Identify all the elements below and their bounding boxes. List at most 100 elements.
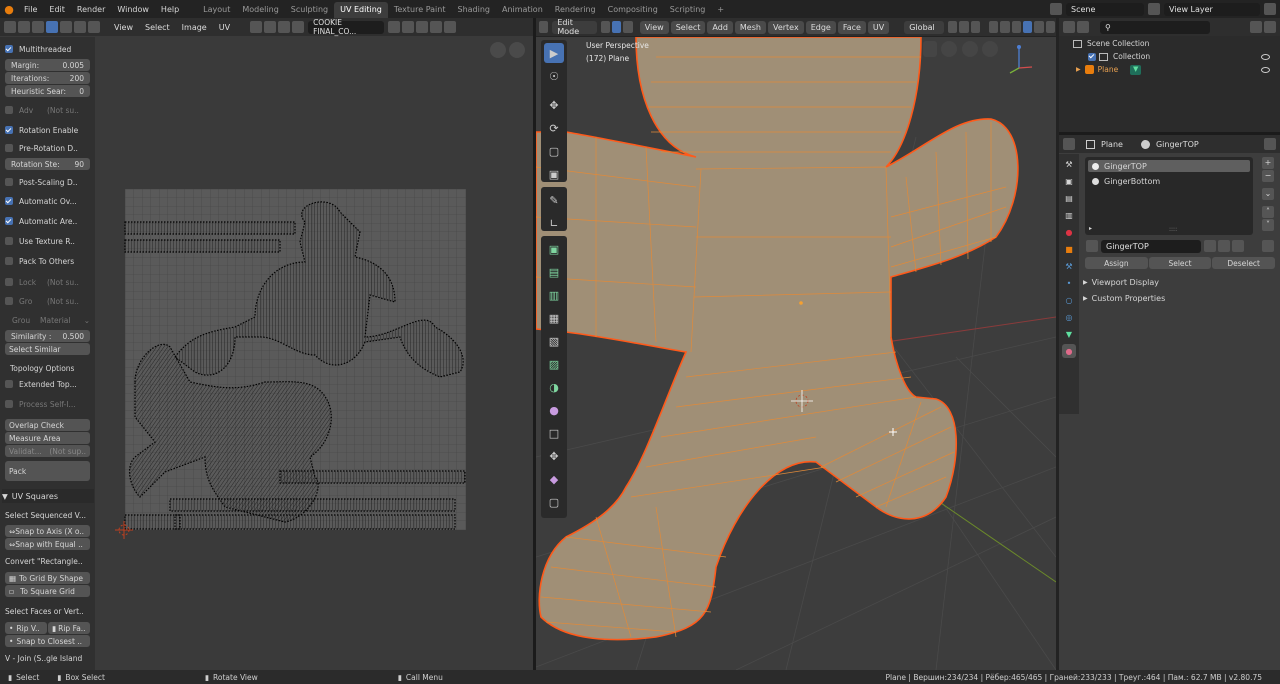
spin-tool-icon[interactable]: ●: [544, 400, 564, 420]
mesh-data-icon[interactable]: ▼: [1130, 64, 1142, 75]
move-up-icon[interactable]: ˄: [1262, 206, 1274, 218]
grou-dropdown[interactable]: Material: [40, 316, 70, 325]
heuristic-slider[interactable]: Heuristic Sear: 0: [5, 85, 90, 97]
sticky-select-icon[interactable]: [88, 21, 100, 33]
properties-editor-type-icon[interactable]: [1063, 138, 1075, 150]
sync-selection-icon[interactable]: [18, 21, 30, 33]
automatic-ov-checkbox[interactable]: [5, 197, 13, 205]
eye-icon[interactable]: [1261, 66, 1270, 73]
scene-collection-label[interactable]: Scene Collection: [1087, 39, 1149, 48]
extended-top-checkbox[interactable]: [5, 380, 13, 388]
menu-help[interactable]: Help: [155, 5, 185, 14]
open-image-icon[interactable]: [416, 21, 429, 33]
bevel-tool-icon[interactable]: ▦: [544, 308, 564, 328]
uv-menu-image[interactable]: Image: [177, 21, 212, 34]
pack-to-others-checkbox[interactable]: [5, 257, 13, 265]
tool-tab-icon[interactable]: ⚒: [1062, 157, 1076, 171]
process-self-checkbox[interactable]: [5, 400, 13, 408]
loop-cut-tool-icon[interactable]: ▧: [544, 331, 564, 351]
xray-icon[interactable]: [1023, 21, 1033, 33]
display-mode-icon[interactable]: [1077, 21, 1089, 33]
vp-menu-add[interactable]: Add: [707, 20, 733, 34]
new-collection-icon[interactable]: [1264, 21, 1276, 33]
menu-render[interactable]: Render: [71, 5, 111, 14]
unlink-material-icon[interactable]: [1232, 240, 1244, 252]
modifier-tab-icon[interactable]: ⚒: [1062, 259, 1076, 273]
vertex-mode-icon[interactable]: [600, 21, 611, 33]
cursor-tool-icon[interactable]: ☉: [544, 66, 564, 86]
close-image-icon[interactable]: [430, 21, 443, 33]
deselect-button[interactable]: Deselect: [1212, 257, 1276, 269]
zoom-icon[interactable]: [982, 41, 998, 57]
island-select-icon[interactable]: [74, 21, 86, 33]
snapping-icon[interactable]: [959, 21, 969, 33]
vp-menu-face[interactable]: Face: [837, 20, 866, 34]
output-tab-icon[interactable]: ▤: [1062, 191, 1076, 205]
eye-icon[interactable]: [1261, 53, 1270, 60]
scene-icon[interactable]: [1050, 3, 1062, 15]
face-mode-icon[interactable]: [623, 21, 633, 33]
blender-logo-icon[interactable]: ●: [0, 0, 18, 18]
rotation-enable-checkbox[interactable]: [5, 126, 13, 134]
viewport-canvas[interactable]: [536, 37, 1056, 670]
toggle-camera-icon[interactable]: [923, 41, 937, 57]
proportional-icon[interactable]: [278, 21, 291, 33]
knife-tool-icon[interactable]: ▨: [544, 354, 564, 374]
move-tool-icon[interactable]: ✥: [544, 95, 564, 115]
new-image-icon[interactable]: [402, 21, 415, 33]
rotation-step-slider[interactable]: Rotation Ste: 90: [5, 158, 90, 170]
mode-dropdown[interactable]: Edit Mode: [552, 18, 597, 36]
link-dropdown-icon[interactable]: [1262, 240, 1274, 252]
outliner-search-input[interactable]: ⚲: [1100, 20, 1210, 34]
iterations-slider[interactable]: Iterations: 200: [5, 72, 90, 84]
browse-material-icon[interactable]: [1086, 240, 1098, 252]
edge-select-icon[interactable]: [46, 21, 58, 33]
tab-rendering[interactable]: Rendering: [549, 2, 602, 18]
expand-arrow-icon[interactable]: ▶: [1076, 66, 1081, 73]
remove-slot-icon[interactable]: −: [1262, 170, 1274, 182]
menu-window[interactable]: Window: [111, 5, 155, 14]
delete-view-layer-icon[interactable]: [1264, 3, 1276, 15]
rip-fa-button[interactable]: ▮ Rip Fa..: [48, 622, 90, 634]
overlap-check-button[interactable]: Overlap Check: [5, 419, 90, 431]
tab-compositing[interactable]: Compositing: [602, 2, 664, 18]
list-expand-icon[interactable]: ▸: [1089, 225, 1092, 232]
fake-user-shield-icon[interactable]: [1204, 240, 1216, 252]
shear-tool-icon[interactable]: ▢: [544, 492, 564, 512]
edge-mode-icon[interactable]: [612, 21, 622, 33]
snap-closest-button[interactable]: • Snap to Closest ..: [5, 635, 90, 647]
extrude-tool-icon[interactable]: ▤: [544, 262, 564, 282]
uv-canvas[interactable]: [95, 37, 533, 670]
pan-view-icon[interactable]: [490, 42, 506, 58]
gro-checkbox[interactable]: [5, 297, 13, 305]
rotate-tool-icon[interactable]: ⟳: [544, 118, 564, 138]
validate-button[interactable]: Validat... (Not sup..: [5, 445, 90, 457]
face-select-icon[interactable]: [60, 21, 72, 33]
pin-icon[interactable]: [444, 21, 457, 33]
zoom-view-icon[interactable]: [509, 42, 525, 58]
constraints-tab-icon[interactable]: ◎: [1062, 310, 1076, 324]
viewport-display-panel[interactable]: ▶ Viewport Display: [1083, 278, 1159, 287]
pin-icon[interactable]: [1264, 138, 1276, 150]
uv-menu-uv[interactable]: UV: [214, 21, 235, 34]
lock-checkbox[interactable]: [5, 278, 13, 286]
solid-shading-icon[interactable]: [1034, 21, 1044, 33]
custom-properties-panel[interactable]: ▶ Custom Properties: [1083, 294, 1165, 303]
pan-icon[interactable]: [962, 41, 978, 57]
scale-tool-icon[interactable]: ▢: [544, 141, 564, 161]
image-name-field[interactable]: COOKIE FINAL_CO...: [308, 18, 385, 36]
uv-menu-select[interactable]: Select: [140, 21, 175, 34]
menu-edit[interactable]: Edit: [43, 5, 71, 14]
orientation-dropdown[interactable]: Global: [904, 20, 944, 34]
material-shading-icon[interactable]: [1045, 21, 1056, 33]
vp-menu-edge[interactable]: Edge: [805, 20, 836, 34]
transform-tool-icon[interactable]: ▣: [544, 164, 564, 184]
editor-type-icon[interactable]: [4, 21, 16, 33]
pack-button[interactable]: Pack: [5, 461, 90, 481]
collapse-icon[interactable]: ▼: [2, 492, 8, 501]
poly-build-tool-icon[interactable]: ◑: [544, 377, 564, 397]
select-box-tool-icon[interactable]: ▶: [544, 43, 564, 63]
vp-menu-view[interactable]: View: [639, 20, 669, 34]
view-layer-field[interactable]: View Layer: [1164, 2, 1260, 16]
to-grid-by-shape-button[interactable]: ▦ To Grid By Shape: [5, 572, 90, 584]
